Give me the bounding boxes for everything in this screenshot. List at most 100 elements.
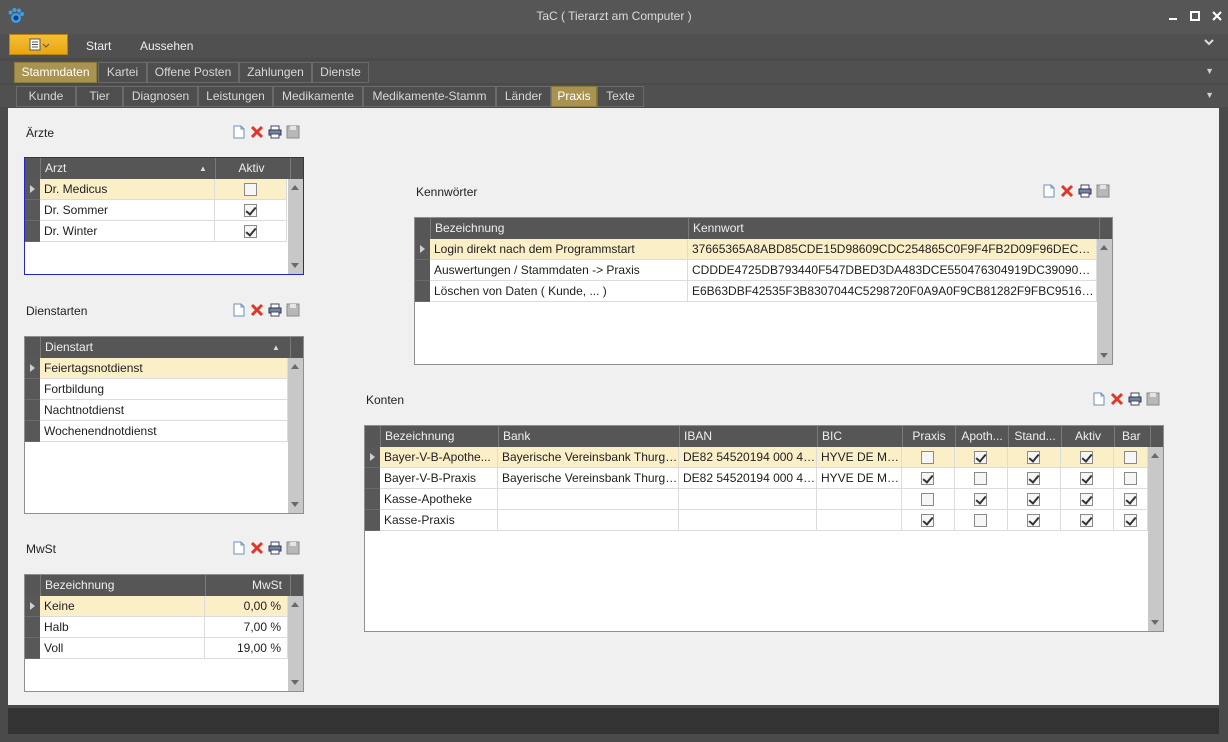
list-item[interactable]: Nachtnotdienst <box>25 400 288 421</box>
flag-checkbox[interactable] <box>974 514 987 527</box>
table-row[interactable]: Voll 19,00 % <box>25 638 288 659</box>
col-bic[interactable]: BIC <box>817 426 902 447</box>
flag-checkbox[interactable] <box>1123 514 1137 527</box>
print-icon[interactable] <box>1128 392 1142 406</box>
col-aktiv[interactable]: Aktiv <box>215 158 287 179</box>
tab-kunde[interactable]: Kunde <box>16 86 76 107</box>
ribbon-tab-aussehen[interactable]: Aussehen <box>140 39 193 53</box>
table-row[interactable]: Halb 7,00 % <box>25 617 288 638</box>
vertical-scrollbar[interactable] <box>288 358 303 513</box>
delete-icon[interactable] <box>250 541 264 555</box>
col-praxis[interactable]: Praxis <box>902 426 955 447</box>
flag-checkbox[interactable] <box>921 493 934 506</box>
list-item[interactable]: Fortbildung <box>25 379 288 400</box>
table-row[interactable]: Kasse-Apotheke <box>365 489 1148 510</box>
vertical-scrollbar[interactable] <box>288 596 303 691</box>
delete-icon[interactable] <box>1060 184 1074 198</box>
save-icon[interactable] <box>286 541 300 555</box>
table-row[interactable]: Login direkt nach dem Programmstart 3766… <box>415 239 1097 260</box>
vertical-scrollbar[interactable] <box>1097 239 1112 364</box>
new-icon[interactable] <box>232 125 246 139</box>
flag-checkbox[interactable] <box>974 493 987 506</box>
col-bar[interactable]: Bar <box>1114 426 1148 447</box>
list-item[interactable]: Wochenendnotdienst <box>25 421 288 442</box>
table-row[interactable]: Auswertungen / Stammdaten -> Praxis CDDD… <box>415 260 1097 281</box>
tab-dienste[interactable]: Dienste <box>312 62 369 83</box>
flag-checkbox[interactable] <box>1027 514 1040 527</box>
subtab-overflow-icon[interactable]: ▼ <box>1205 90 1214 100</box>
tab-overflow-icon[interactable]: ▼ <box>1205 66 1214 76</box>
delete-icon[interactable] <box>250 303 264 317</box>
table-row[interactable]: Dr. Medicus <box>25 179 288 200</box>
tab-laender[interactable]: Länder <box>496 86 551 107</box>
flag-checkbox[interactable] <box>1123 493 1137 506</box>
delete-icon[interactable] <box>1110 392 1124 406</box>
new-icon[interactable] <box>232 541 246 555</box>
col-aktiv[interactable]: Aktiv <box>1061 426 1114 447</box>
new-icon[interactable] <box>232 303 246 317</box>
table-row[interactable]: Löschen von Daten ( Kunde, ... ) E6B63DB… <box>415 281 1097 302</box>
mwst-grid[interactable]: Bezeichnung MwSt Keine 0,00 % Halb 7,00 … <box>24 574 304 692</box>
col-bank[interactable]: Bank <box>498 426 679 447</box>
delete-icon[interactable] <box>250 125 264 139</box>
col-bezeichnung[interactable]: Bezeichnung <box>40 575 205 596</box>
flag-checkbox[interactable] <box>1123 472 1137 485</box>
new-icon[interactable] <box>1092 392 1106 406</box>
flag-checkbox[interactable] <box>974 472 987 485</box>
tab-kartei[interactable]: Kartei <box>98 62 147 83</box>
table-row[interactable]: Dr. Winter <box>25 221 288 242</box>
print-icon[interactable] <box>1078 184 1092 198</box>
close-button[interactable] <box>1206 5 1228 27</box>
print-icon[interactable] <box>268 541 282 555</box>
aerzte-grid[interactable]: Arzt ▲ Aktiv Dr. Medicus Dr. Sommer Dr. … <box>24 157 304 275</box>
save-icon[interactable] <box>1146 392 1160 406</box>
tab-tier[interactable]: Tier <box>76 86 123 107</box>
print-icon[interactable] <box>268 125 282 139</box>
flag-checkbox[interactable] <box>1080 514 1093 527</box>
col-kennwort[interactable]: Kennwort <box>688 218 1097 239</box>
flag-checkbox[interactable] <box>1080 472 1093 485</box>
maximize-button[interactable] <box>1184 5 1206 27</box>
flag-checkbox[interactable] <box>921 451 934 464</box>
kennwoerter-grid[interactable]: Bezeichnung Kennwort Login direkt nach d… <box>414 217 1113 365</box>
konten-grid[interactable]: Bezeichnung Bank IBAN BIC Praxis Apoth..… <box>364 425 1164 632</box>
col-standard[interactable]: Stand... <box>1008 426 1061 447</box>
app-menu-button[interactable] <box>9 34 68 55</box>
table-row[interactable]: Bayer-V-B-Apothe... Bayerische Vereinsban… <box>365 447 1148 468</box>
col-bezeichnung[interactable]: Bezeichnung <box>430 218 688 239</box>
col-bezeichnung[interactable]: Bezeichnung <box>380 426 498 447</box>
vertical-scrollbar[interactable] <box>288 179 303 274</box>
table-row[interactable]: Bayer-V-B-Praxis Bayerische Vereinsbank T… <box>365 468 1148 489</box>
flag-checkbox[interactable] <box>1080 451 1093 464</box>
tab-medikamente-stamm[interactable]: Medikamente-Stamm <box>363 86 496 107</box>
chevron-down-icon[interactable] <box>1204 37 1214 49</box>
flag-checkbox[interactable] <box>1123 451 1137 464</box>
flag-checkbox[interactable] <box>1027 472 1040 485</box>
col-mwst[interactable]: MwSt <box>205 575 288 596</box>
tab-zahlungen[interactable]: Zahlungen <box>239 62 312 83</box>
ribbon-tab-start[interactable]: Start <box>86 39 111 53</box>
list-item[interactable]: Feiertagsnotdienst <box>25 358 288 379</box>
flag-checkbox[interactable] <box>921 472 934 485</box>
new-icon[interactable] <box>1042 184 1056 198</box>
tab-stammdaten[interactable]: Stammdaten <box>14 62 97 83</box>
flag-checkbox[interactable] <box>1027 493 1040 506</box>
minimize-button[interactable] <box>1162 5 1184 27</box>
flag-checkbox[interactable] <box>974 451 987 464</box>
vertical-scrollbar[interactable] <box>1148 447 1163 631</box>
aktiv-checkbox[interactable] <box>243 183 257 196</box>
print-icon[interactable] <box>268 303 282 317</box>
tab-praxis[interactable]: Praxis <box>551 86 597 107</box>
flag-checkbox[interactable] <box>1080 493 1093 506</box>
save-icon[interactable] <box>286 303 300 317</box>
table-row[interactable]: Keine 0,00 % <box>25 596 288 617</box>
col-apotheke[interactable]: Apoth... <box>955 426 1008 447</box>
col-arzt[interactable]: Arzt <box>40 158 215 179</box>
save-icon[interactable] <box>1096 184 1110 198</box>
col-iban[interactable]: IBAN <box>679 426 817 447</box>
tab-medikamente[interactable]: Medikamente <box>273 86 363 107</box>
aktiv-checkbox[interactable] <box>243 225 257 238</box>
col-dienstart[interactable]: Dienstart <box>40 337 288 358</box>
table-row[interactable]: Dr. Sommer <box>25 200 288 221</box>
save-icon[interactable] <box>286 125 300 139</box>
